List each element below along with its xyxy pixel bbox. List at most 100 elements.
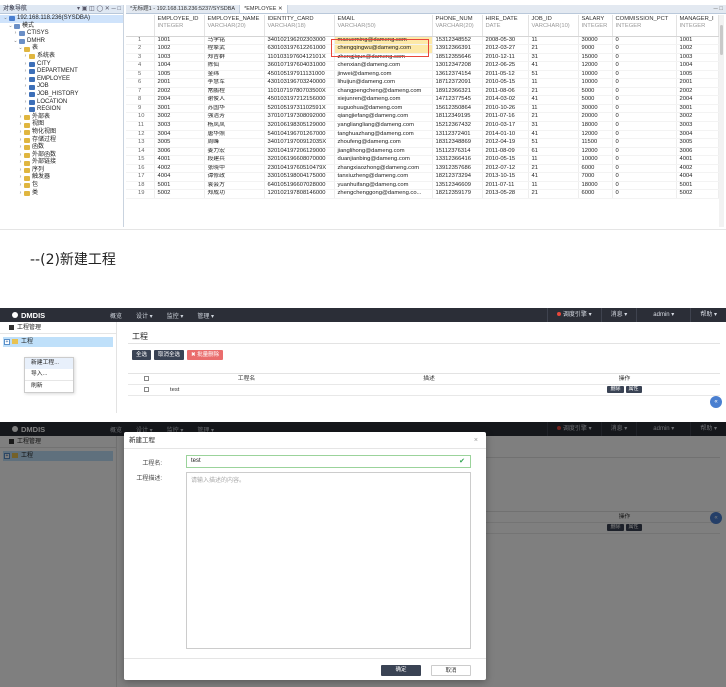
tree-node[interactable]: › EMPLOYEE [0,76,123,84]
table-cell[interactable]: 11010319760412101X [264,53,335,63]
table-cell[interactable]: 11 [528,36,579,46]
table-cell[interactable]: 13612374154 [432,70,483,80]
tree-toggle-icon[interactable]: › [17,121,24,129]
table-cell[interactable]: 1002 [676,44,719,54]
tree-node[interactable]: › 视图 [0,121,123,129]
table-cell[interactable]: yuanhuifang@dameng.com [334,181,433,191]
table-cell[interactable]: xiejunren@dameng.com [334,95,433,105]
menu-help[interactable]: 帮助 ▾ [690,308,726,322]
tree-node[interactable]: ⌄ 192.168.118.236(SYSDBA) [0,15,123,23]
table-cell[interactable]: 11 [528,78,579,88]
tree-toggle-icon[interactable]: ⌄ [7,23,14,31]
project-name-input[interactable]: test ✔ [186,455,471,468]
table-cell[interactable]: 7000 [578,172,613,182]
table-cell[interactable]: 21 [528,44,579,54]
tree-toggle-icon[interactable]: ⌄ [2,15,9,23]
table-cell[interactable]: zhengchenggong@dameng.co... [334,189,433,199]
tree-toggle-icon[interactable]: › [17,159,24,167]
confirm-button[interactable]: 确定 [381,665,421,676]
table-row[interactable]: 7 2002 常鹏程 11010719780703500X changpengcheng… [126,87,719,97]
table-cell[interactable]: 陈仙 [204,61,265,71]
column-header[interactable]: EMPLOYEE_ID INTEGER [154,15,205,37]
table-cell[interactable]: 11500 [578,138,613,148]
table-cell[interactable]: jianglihong@dameng.com [334,147,433,157]
table-cell[interactable]: 10000 [578,78,613,88]
table-cell[interactable]: 2011-07-16 [482,112,529,122]
tree-toggle-icon[interactable]: › [22,91,29,99]
table-cell[interactable]: 21 [528,164,579,174]
tree-node[interactable]: › 序列 [0,167,123,175]
table-cell[interactable]: 2010-03-17 [482,121,529,131]
table-cell[interactable]: 13312366416 [432,155,483,165]
table-cell[interactable]: 0 [612,147,677,157]
table-cell[interactable]: 0 [612,138,677,148]
table-row[interactable]: 5 1005 金纬 450105197911131000 jinwei@dameng.c… [126,70,719,80]
table-cell[interactable]: 2011-05-12 [482,70,529,80]
navigator-toolbar[interactable]: ▾ ▣ ◫ ◯ ✕ ─ □ [77,5,121,14]
table-cell[interactable]: 0 [612,87,677,97]
table-cell[interactable]: 31 [528,121,579,131]
table-cell[interactable]: 2012-06-25 [482,61,529,71]
table-cell[interactable]: 30000 [578,36,613,46]
tree-node[interactable]: › 函数 [0,144,123,152]
table-cell[interactable]: 唐华照 [204,130,265,140]
tree-node[interactable]: › 外部链接 [0,159,123,167]
tree-node[interactable]: › LOCATION [0,99,123,107]
close-icon[interactable]: × [474,432,478,449]
table-cell[interactable]: 430103196703240000 [264,78,335,88]
table-cell[interactable]: 0 [612,121,677,131]
table-cell[interactable]: 18000 [578,121,613,131]
table-row[interactable]: 4 1004 陈仙 360107197604031000 chenxian@dameng… [126,61,719,71]
table-cell[interactable]: 2011-07-11 [482,181,529,191]
table-row[interactable]: 17 4004 谭修政 330105198004175000 tanxiuzheng@d… [126,172,719,182]
tree-toggle-icon[interactable]: › [17,129,24,137]
table-cell[interactable]: 郑吉群 [204,53,265,63]
tree-node[interactable]: › 物化视图 [0,129,123,137]
tree-node[interactable]: ⌄ 表 [0,45,123,53]
table-cell[interactable]: 18000 [578,181,613,191]
table-cell[interactable]: 2001 [676,78,719,88]
table-cell[interactable]: 5001 [676,181,719,191]
table-cell[interactable]: 强洁芳 [204,112,265,122]
table-cell[interactable]: 2011-08-09 [482,147,529,157]
table-cell[interactable]: 3004 [154,130,205,140]
tree-node[interactable]: › JOB_HISTORY [0,91,123,99]
table-cell[interactable]: 李慧军 [204,78,265,88]
table-cell[interactable]: 2012-07-12 [482,164,529,174]
table-cell[interactable]: 41 [528,172,579,182]
table-cell[interactable]: changpengcheng@dameng.com [334,87,433,97]
table-cell[interactable]: 4002 [154,164,205,174]
table-cell[interactable]: 2010-10-26 [482,104,529,114]
table-cell[interactable]: 0 [612,112,677,122]
table-cell[interactable]: 11 [528,181,579,191]
table-cell[interactable]: 340102196202303000 [264,36,335,46]
table-cell[interactable]: 3004 [676,130,719,140]
table-cell[interactable]: 630103197612261000 [264,44,335,54]
table-cell[interactable]: zhengjiqun@dameng.com [334,53,433,63]
context-refresh[interactable]: 刷新 [25,381,73,392]
table-cell[interactable]: 370107197308092000 [264,112,335,122]
table-cell[interactable]: 41 [528,95,579,105]
table-cell[interactable]: 2011-08-06 [482,87,529,97]
table-cell[interactable]: 马学铭 [204,36,265,46]
table-cell[interactable]: 18312348869 [432,138,483,148]
table-cell[interactable]: 0 [612,164,677,174]
tree-toggle-icon[interactable]: › [17,190,24,198]
table-cell[interactable]: 450105197911131000 [264,70,335,80]
table-cell[interactable]: 330105198004175000 [264,172,335,182]
table-cell[interactable]: 450103197212156000 [264,95,335,105]
table-cell[interactable]: 2001 [154,78,205,88]
tree-toggle-icon[interactable]: › [22,61,29,69]
table-cell[interactable]: zhoufeng@dameng.com [334,138,433,148]
select-all-button[interactable]: 全选 [132,350,152,360]
tree-toggle-icon[interactable]: › [17,144,24,152]
delete-button[interactable]: 删除 [607,385,624,393]
table-cell[interactable]: 61 [528,147,579,157]
scrollbar-thumb[interactable] [720,25,723,55]
table-cell[interactable]: 谢俊人 [204,95,265,105]
table-cell[interactable]: 3001 [676,104,719,114]
column-header[interactable]: JOB_ID VARCHAR(10) [528,15,579,37]
table-cell[interactable]: tanxiuzheng@dameng.com [334,172,433,182]
menu-overview[interactable]: 概览 [110,311,122,320]
tree-node[interactable]: ⌄ DMHR [0,38,123,46]
